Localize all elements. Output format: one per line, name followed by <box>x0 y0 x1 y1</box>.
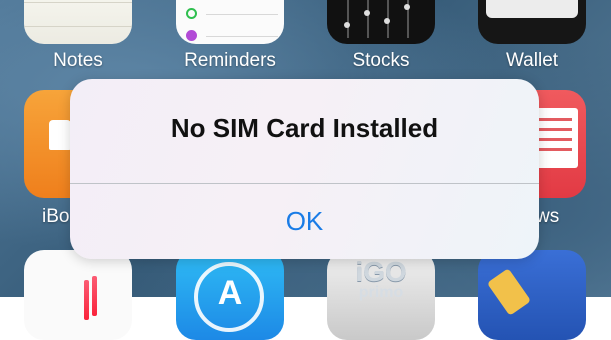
app-label-news: ws <box>536 206 560 227</box>
app-store-icon[interactable]: A <box>176 250 284 340</box>
stocks-icon[interactable] <box>327 0 435 44</box>
wallet-icon[interactable] <box>478 0 586 44</box>
music-icon[interactable] <box>24 250 132 340</box>
reminders-icon[interactable] <box>176 0 284 44</box>
ok-button[interactable]: OK <box>70 184 539 259</box>
primo-icon-text: primo <box>358 284 404 301</box>
app-label-reminders: Reminders <box>184 50 276 71</box>
brush-icon[interactable] <box>478 250 586 340</box>
no-sim-alert: No SIM Card Installed OK <box>70 79 539 259</box>
notes-icon[interactable] <box>24 0 132 44</box>
app-label-stocks: Stocks <box>352 50 410 71</box>
alert-title: No SIM Card Installed <box>170 113 439 143</box>
app-label-wallet: Wallet <box>505 50 559 71</box>
igo-primo-icon[interactable]: iGO primo <box>327 250 435 340</box>
app-label-notes: Notes <box>53 50 103 71</box>
